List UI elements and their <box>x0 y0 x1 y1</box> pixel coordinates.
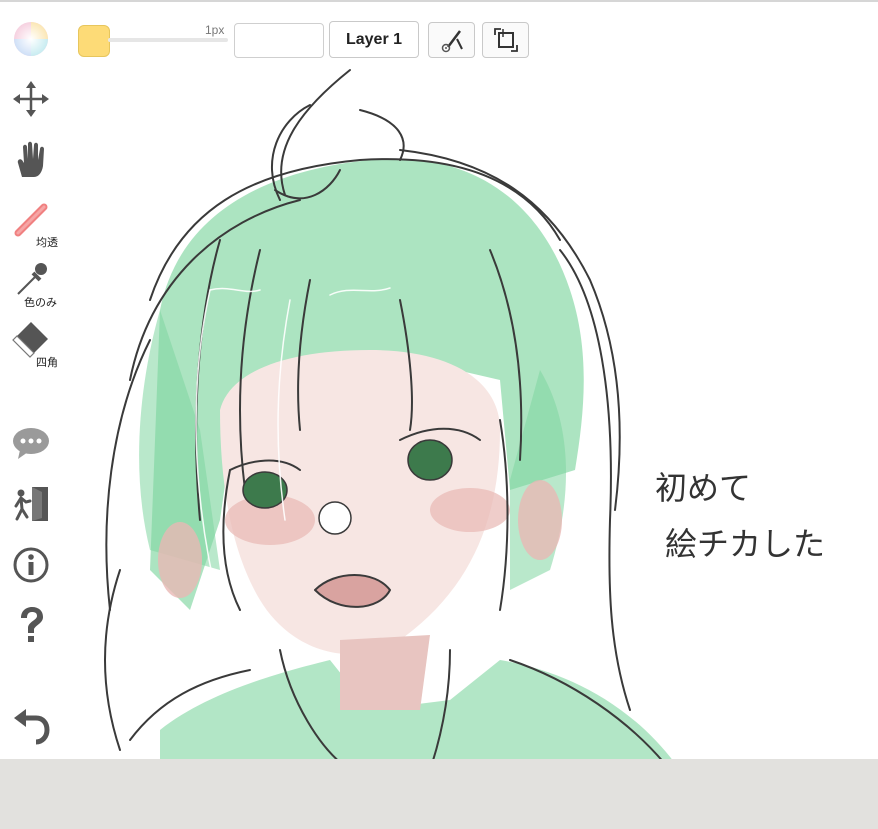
layer-button[interactable]: Layer 1 <box>329 21 419 58</box>
move-tool[interactable] <box>10 78 52 120</box>
top-border <box>0 0 878 2</box>
hand-tool[interactable] <box>10 138 52 180</box>
artwork <box>104 69 680 771</box>
color-wheel-tool[interactable] <box>10 18 52 60</box>
eyedropper-icon <box>17 263 47 295</box>
layer-name-input[interactable] <box>234 23 324 58</box>
brush-size-slider[interactable] <box>108 38 228 42</box>
drawing-canvas[interactable] <box>70 50 878 780</box>
pen-settings-icon <box>441 30 463 53</box>
brush-size-label: 1px <box>205 23 225 37</box>
color-wheel-icon <box>14 22 48 56</box>
chat-button[interactable] <box>10 422 52 464</box>
current-color-swatch[interactable] <box>78 25 110 57</box>
pencil-icon <box>14 203 48 237</box>
eraser-icon <box>12 322 48 358</box>
exit-door-icon <box>14 487 48 521</box>
exit-button[interactable] <box>10 483 52 525</box>
chat-bubble-icon <box>13 428 49 459</box>
canvas-outside-area <box>0 759 878 829</box>
pen-tool-label: 均透 <box>36 237 58 249</box>
handwritten-line-2: 絵チカした <box>665 525 826 563</box>
transform-icon <box>493 28 518 52</box>
question-mark-icon <box>21 607 43 642</box>
transform-button[interactable] <box>482 22 529 58</box>
undo-icon <box>14 709 50 745</box>
pen-settings-button[interactable] <box>428 22 475 58</box>
eraser-tool-label: 四角 <box>36 357 58 369</box>
undo-button[interactable] <box>10 706 52 748</box>
info-icon <box>13 547 49 583</box>
move-arrows-icon <box>13 81 49 117</box>
eyedropper-tool-label: 色のみ <box>24 297 57 309</box>
info-button[interactable] <box>10 544 52 586</box>
help-button[interactable] <box>10 604 52 646</box>
handwritten-line-1: 初めて <box>655 469 752 507</box>
hand-icon <box>17 141 44 177</box>
handwritten-text: 初めて 絵チカした <box>655 460 825 572</box>
